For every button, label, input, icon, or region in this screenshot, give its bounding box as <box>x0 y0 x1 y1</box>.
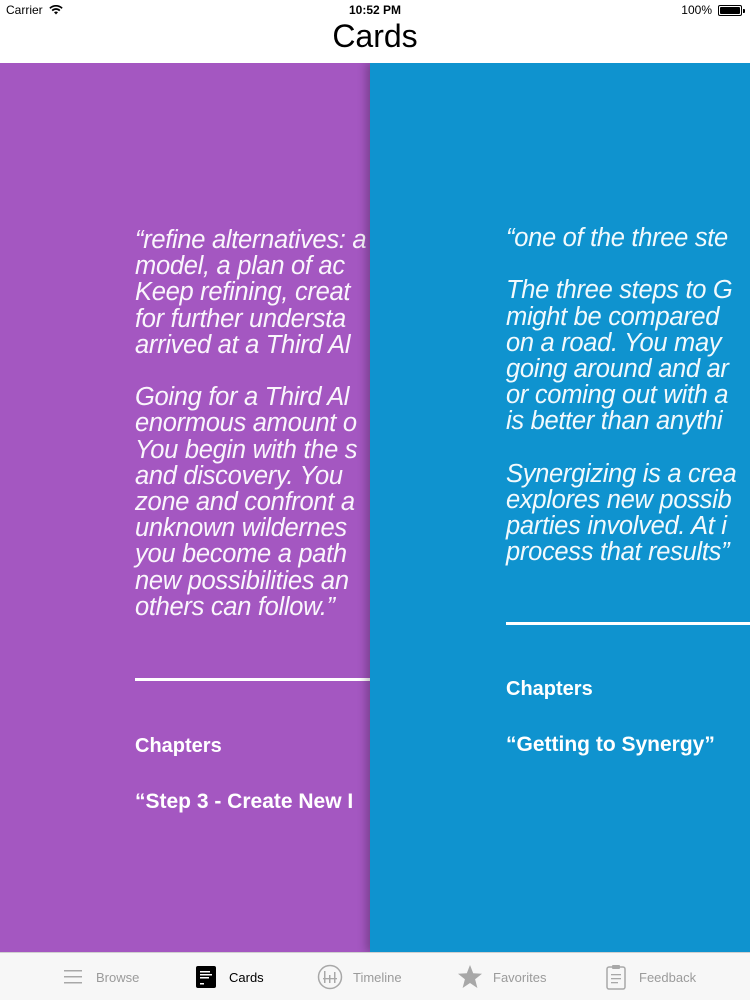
cards-icon <box>193 964 219 990</box>
status-right: 100% <box>681 3 745 17</box>
tab-label: Feedback <box>639 969 697 985</box>
timeline-icon <box>317 964 343 990</box>
tab-bar: Browse Cards Timeline Favorites Feedback <box>0 952 750 1000</box>
battery-icon <box>718 4 745 16</box>
status-bar: Carrier 10:52 PM 100% <box>0 0 750 20</box>
tab-label: Cards <box>229 969 264 985</box>
tab-favorites[interactable]: Favorites <box>457 953 546 1000</box>
tab-label: Favorites <box>493 969 547 985</box>
battery-percent: 100% <box>681 3 712 17</box>
list-icon <box>60 964 86 990</box>
card-right[interactable]: “one of the three ste The three steps to… <box>370 63 750 952</box>
tab-browse[interactable]: Browse <box>60 953 139 1000</box>
navigation-bar: Cards <box>0 20 750 63</box>
chapter-name: “Step 3 - Create New I <box>135 790 354 813</box>
card-left[interactable]: “refine alternatives: a model, a plan of… <box>0 63 370 952</box>
tab-label: Timeline <box>353 969 402 985</box>
page-title: Cards <box>332 18 418 54</box>
card-quote: “refine alternatives: a model, a plan of… <box>135 226 367 621</box>
status-time: 10:52 PM <box>348 3 402 17</box>
card-divider <box>506 622 750 625</box>
tab-timeline[interactable]: Timeline <box>317 953 402 1000</box>
card-divider <box>135 678 370 681</box>
tab-label: Browse <box>96 969 140 985</box>
tab-feedback[interactable]: Feedback <box>603 953 696 1000</box>
tab-cards[interactable]: Cards <box>193 953 264 1000</box>
card-quote: “one of the three ste The three steps to… <box>506 224 737 567</box>
chapter-name: “Getting to Synergy” <box>506 733 715 756</box>
chapters-label: Chapters <box>135 735 222 757</box>
chapters-label: Chapters <box>506 678 593 700</box>
cards-pager[interactable]: “refine alternatives: a model, a plan of… <box>0 63 750 952</box>
star-icon <box>457 964 483 990</box>
clipboard-icon <box>603 964 629 990</box>
